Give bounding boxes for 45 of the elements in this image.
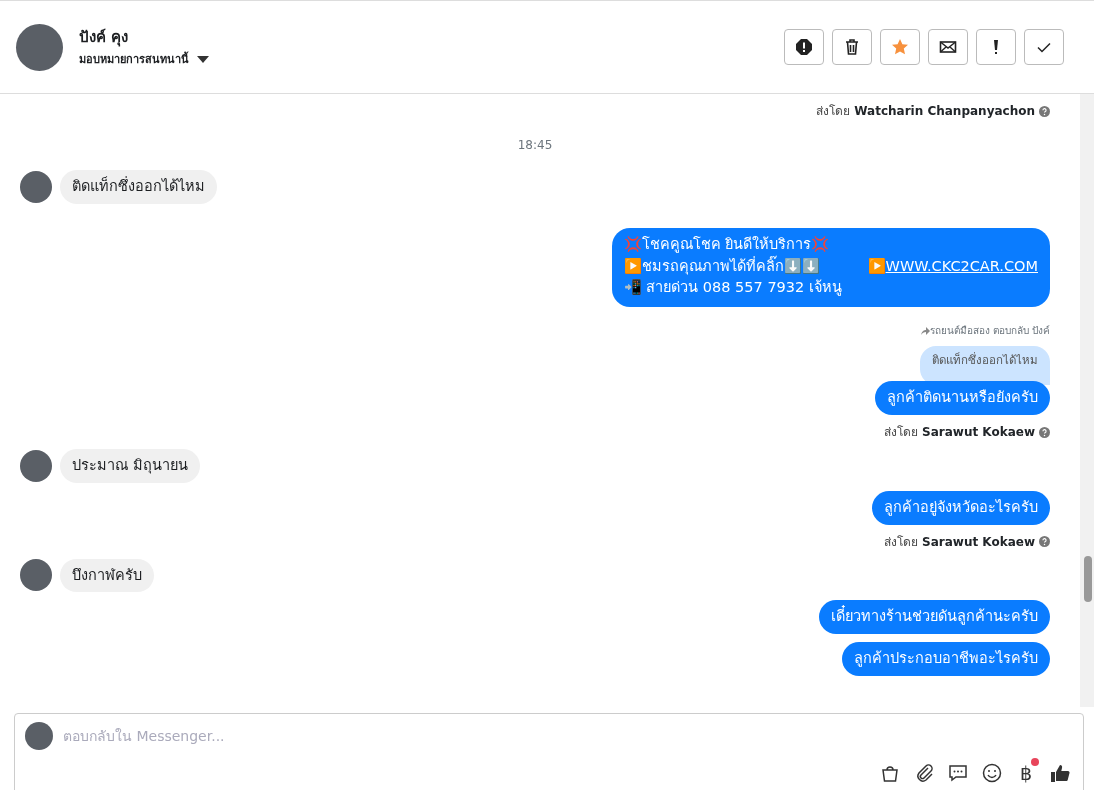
- contact-name: ปังค์ คุง: [79, 26, 130, 48]
- reply-box[interactable]: ตอบกลับใน Messenger... ฿: [14, 713, 1084, 790]
- message-line: ▶ชมรถคุณภาพได้ที่คลิ๊ก⬇⬇: [623, 255, 820, 277]
- exclamation-icon: [994, 40, 998, 54]
- sender-label: ส่งโดย Watcharin Chanpanyachon: [816, 103, 1035, 120]
- website-link[interactable]: WWW.CKC2CAR.COM: [885, 255, 1038, 278]
- message-bubble: ประมาณ มิถุนายน: [60, 449, 200, 483]
- message-line: 📲 สายด่วน 088 557 7932 เจ้หนู: [623, 278, 842, 298]
- message-bubble: ลูกค้าติดนานหรือยังครับ: [875, 381, 1050, 415]
- spam-button[interactable]: [784, 29, 824, 65]
- avatar-circle: [25, 722, 53, 750]
- envelope-button[interactable]: [928, 29, 968, 65]
- message-bubble: บึงกาฬครับ: [60, 558, 154, 593]
- trash-button[interactable]: [832, 29, 872, 65]
- sender-label: ส่งโดย Sarawut Kokaew: [884, 424, 1035, 441]
- checkmark-button[interactable]: [1024, 29, 1064, 65]
- help-icon[interactable]: [1039, 536, 1050, 547]
- timestamp: 18:45: [517, 137, 553, 154]
- reply-arrow-icon: [920, 326, 930, 335]
- message-line: 💢โชคคูณโชค ยินดีให้บริการ💢: [623, 234, 830, 255]
- avatar-circle: [20, 559, 52, 592]
- message-line: ▶: [867, 256, 886, 276]
- quoted-message: ติดแท็กซึ่งออกได้ไหม: [920, 346, 1050, 386]
- avatar-circle: [20, 449, 52, 482]
- smiley-icon[interactable]: [981, 762, 1003, 784]
- caret-icon[interactable]: [197, 56, 209, 65]
- baht-icon[interactable]: ฿: [1019, 758, 1033, 788]
- avatar-circle: [16, 23, 63, 71]
- star-button[interactable]: [880, 29, 920, 65]
- help-icon[interactable]: [1039, 105, 1050, 117]
- avatar-circle: [20, 170, 52, 203]
- speech-bubble-icon[interactable]: [947, 762, 969, 784]
- spam-icon: [795, 38, 813, 56]
- thumbs-up-icon[interactable]: [1049, 762, 1071, 784]
- reply-note: รถยนต์มือสอง ตอบกลับ ปังค์: [929, 324, 1050, 338]
- exclamation-button[interactable]: [976, 29, 1016, 65]
- message-bubble: ติดแท็กซึ่งออกได้ไหม: [60, 170, 217, 204]
- assign-link[interactable]: มอบหมายการสนทนานี้: [79, 52, 189, 69]
- message-bubble: ลูกค้าอยู่จังหวัดอะไรครับ: [872, 490, 1050, 525]
- help-icon[interactable]: [1039, 426, 1050, 438]
- message-bubble: เดี๋ยวทางร้านช่วยดันลูกค้านะครับ: [819, 600, 1050, 634]
- envelope-icon: [939, 38, 957, 56]
- sender-label: ส่งโดย Sarawut Kokaew: [884, 533, 1035, 551]
- trash-icon: [843, 38, 861, 56]
- message-bubble: ลูกค้าประกอบอาชีพอะไรครับ: [842, 642, 1050, 676]
